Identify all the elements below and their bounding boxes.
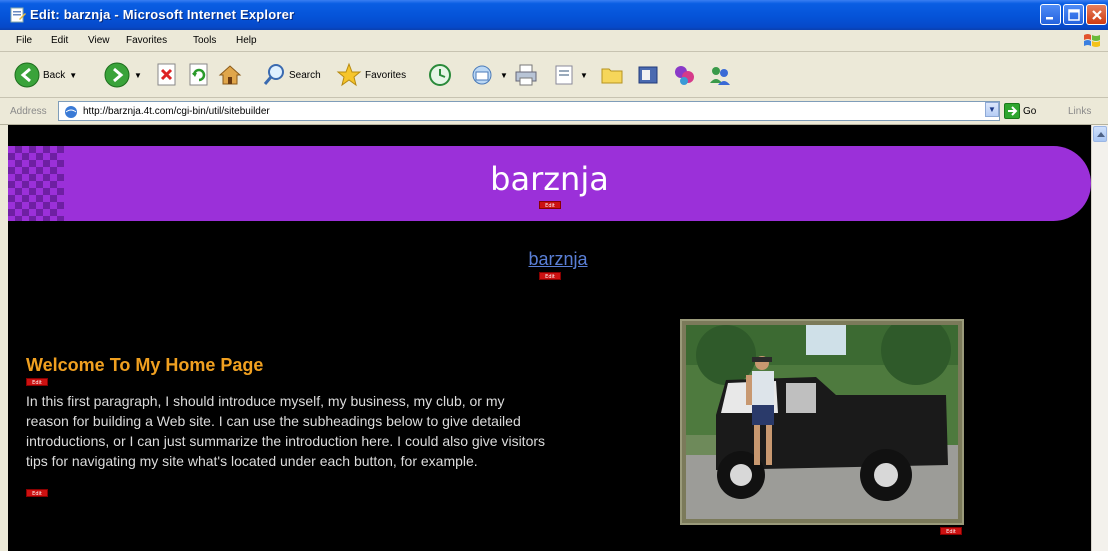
history-icon <box>429 64 451 86</box>
address-dropdown-icon[interactable]: ▼ <box>985 102 999 117</box>
menu-edit[interactable]: Edit <box>51 35 68 46</box>
address-url: http://barznja.4t.com/cgi-bin/util/siteb… <box>83 106 270 117</box>
messenger-button[interactable] <box>672 60 696 90</box>
forward-dropdown-icon[interactable]: ▼ <box>134 71 142 80</box>
forward-arrow-icon <box>104 62 130 88</box>
msn-people-icon <box>710 67 730 85</box>
print-button[interactable] <box>514 60 538 90</box>
home-icon <box>218 65 242 85</box>
maximize-icon <box>1068 9 1080 21</box>
page-content: barznja Edit barznja Edit Welcome To My … <box>0 125 1108 551</box>
msn-button[interactable] <box>708 60 732 90</box>
page-heading: Welcome To My Home Page <box>26 355 264 375</box>
site-title: barznja <box>490 160 609 198</box>
links-button[interactable]: Links <box>1068 106 1091 117</box>
close-button[interactable] <box>1086 4 1107 25</box>
back-button[interactable]: Back ▼ <box>14 60 77 90</box>
jeep-photo <box>686 325 958 519</box>
search-label: Search <box>289 69 321 81</box>
refresh-icon <box>189 63 208 86</box>
edit-page-button[interactable]: ▼ <box>552 60 588 90</box>
menu-tools[interactable]: Tools <box>193 35 216 46</box>
address-bar: Address http://barznja.4t.com/cgi-bin/ut… <box>0 98 1108 125</box>
close-icon <box>1092 10 1102 20</box>
research-button[interactable] <box>636 60 660 90</box>
mail-button[interactable]: ▼ <box>470 60 508 90</box>
favorites-star-icon <box>336 62 362 87</box>
address-field[interactable]: http://barznja.4t.com/cgi-bin/util/siteb… <box>58 101 1000 121</box>
back-dropdown-icon[interactable]: ▼ <box>69 71 77 80</box>
page-icon <box>65 106 77 118</box>
print-icon <box>515 64 537 86</box>
search-icon <box>263 64 284 85</box>
ie-logo-icon <box>10 7 26 23</box>
messenger-icon <box>675 66 694 85</box>
maximize-button[interactable] <box>1063 4 1084 25</box>
edit-paragraph-button[interactable]: Edit <box>26 489 48 497</box>
go-arrow-icon <box>1004 103 1020 119</box>
stop-icon <box>157 63 176 86</box>
forward-button[interactable]: ▼ <box>104 60 142 90</box>
edit-title-button[interactable]: Edit <box>539 201 561 209</box>
intro-paragraph: In this first paragraph, I should introd… <box>26 393 546 469</box>
nav-link-home[interactable]: barznja <box>8 249 1108 270</box>
window-title: Edit: barznja - Microsoft Internet Explo… <box>30 7 295 22</box>
mail-dropdown-icon[interactable]: ▼ <box>500 71 508 80</box>
go-button[interactable]: Go <box>1004 102 1044 120</box>
edit-photo-button[interactable]: Edit <box>940 527 962 535</box>
menu-help[interactable]: Help <box>236 35 257 46</box>
scroll-up-icon[interactable] <box>1093 126 1107 142</box>
go-label: Go <box>1023 105 1037 117</box>
folder-icon <box>601 68 623 84</box>
back-arrow-icon <box>14 62 40 88</box>
windows-flag-icon <box>1084 34 1100 47</box>
toolbar: Back ▼ ▼ Search Favorites ▼ ▼ <box>0 52 1108 98</box>
refresh-button[interactable] <box>188 60 210 90</box>
history-button[interactable] <box>428 60 452 90</box>
vertical-scrollbar[interactable] <box>1091 125 1108 551</box>
home-button[interactable] <box>218 60 242 90</box>
stop-button[interactable] <box>156 60 178 90</box>
search-button[interactable]: Search <box>262 60 321 90</box>
discuss-button[interactable] <box>600 60 624 90</box>
address-label: Address <box>10 106 47 117</box>
back-label: Back <box>43 69 66 81</box>
favorites-button[interactable]: Favorites <box>336 60 406 90</box>
menu-view[interactable]: View <box>88 35 110 46</box>
favorites-label: Favorites <box>365 69 407 81</box>
minimize-icon <box>1046 17 1053 20</box>
edit-nav-button[interactable]: Edit <box>539 272 561 280</box>
site-banner: barznja Edit <box>8 146 1091 221</box>
edit-dropdown-icon[interactable]: ▼ <box>580 71 588 80</box>
edit-heading-button[interactable]: Edit <box>26 378 48 386</box>
minimize-button[interactable] <box>1040 4 1061 25</box>
mail-icon <box>472 65 492 85</box>
menu-bar: File Edit View Favorites Tools Help <box>0 30 1108 52</box>
edit-document-icon <box>555 65 573 85</box>
browser-window: Edit: barznja - Microsoft Internet Explo… <box>0 0 1108 551</box>
menu-favorites[interactable]: Favorites <box>126 35 167 46</box>
research-book-icon <box>638 66 658 84</box>
menu-file[interactable]: File <box>16 35 32 46</box>
photo-frame <box>680 319 964 525</box>
title-bar[interactable]: Edit: barznja - Microsoft Internet Explo… <box>0 0 1108 30</box>
